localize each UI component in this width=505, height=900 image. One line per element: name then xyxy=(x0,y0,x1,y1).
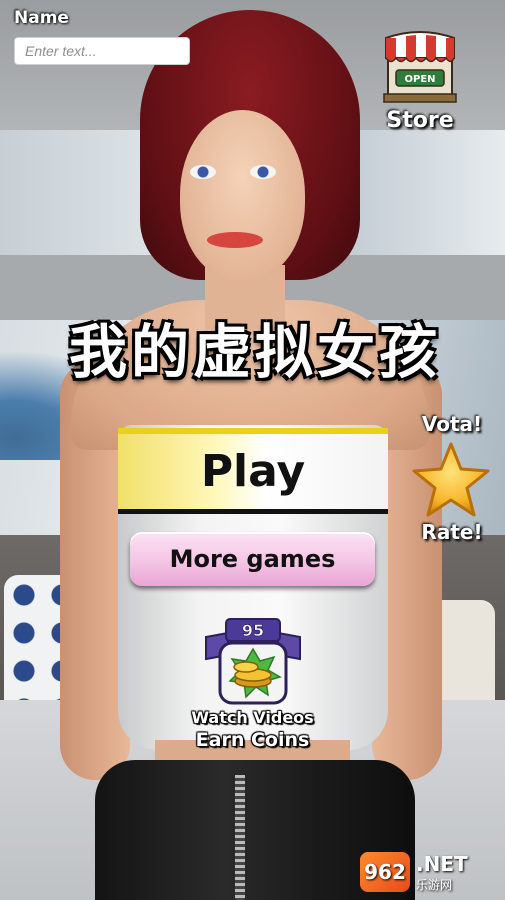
play-label: Play xyxy=(200,446,306,497)
watermark-number: 962 xyxy=(364,860,406,884)
rate-button[interactable] xyxy=(410,440,492,520)
rate-label: Rate! xyxy=(421,520,483,544)
watermark-site: 乐游网 xyxy=(416,877,453,892)
game-scene: Name OPEN Store 我的虚拟女孩 Vota! xyxy=(0,0,505,900)
character-lips xyxy=(207,232,263,248)
vote-label: Vota! xyxy=(421,412,483,436)
watermark-logo-icon: 962 xyxy=(360,852,410,892)
play-button[interactable]: Play xyxy=(118,428,388,514)
store-icon: OPEN xyxy=(383,31,457,103)
star-icon xyxy=(412,442,490,517)
character-face xyxy=(180,110,305,280)
store-sign-text: OPEN xyxy=(404,74,435,85)
character-eye xyxy=(190,165,216,179)
more-games-label: More games xyxy=(169,545,336,573)
store-button[interactable]: OPEN Store xyxy=(380,28,460,138)
watermark-net: .NET xyxy=(416,851,468,876)
watch-videos-label: Watch Videos xyxy=(191,708,314,727)
coin-count: 95 xyxy=(241,621,263,640)
store-label: Store xyxy=(386,108,454,133)
character-eye xyxy=(250,165,276,179)
watermark-text: .NET 乐游网 xyxy=(416,852,468,893)
more-games-button[interactable]: More games xyxy=(130,532,375,586)
name-label: Name xyxy=(14,8,69,28)
coins-badge-icon: 95 xyxy=(204,618,301,705)
watermark: 962 .NET 乐游网 xyxy=(360,848,500,896)
pants-zipper xyxy=(235,775,245,900)
earn-coins-label: Earn Coins xyxy=(195,729,310,751)
watch-videos-button[interactable]: 95 Watch Videos Earn Coins xyxy=(180,615,325,755)
game-title: 我的虚拟女孩 xyxy=(68,318,441,386)
name-input[interactable] xyxy=(14,37,190,65)
